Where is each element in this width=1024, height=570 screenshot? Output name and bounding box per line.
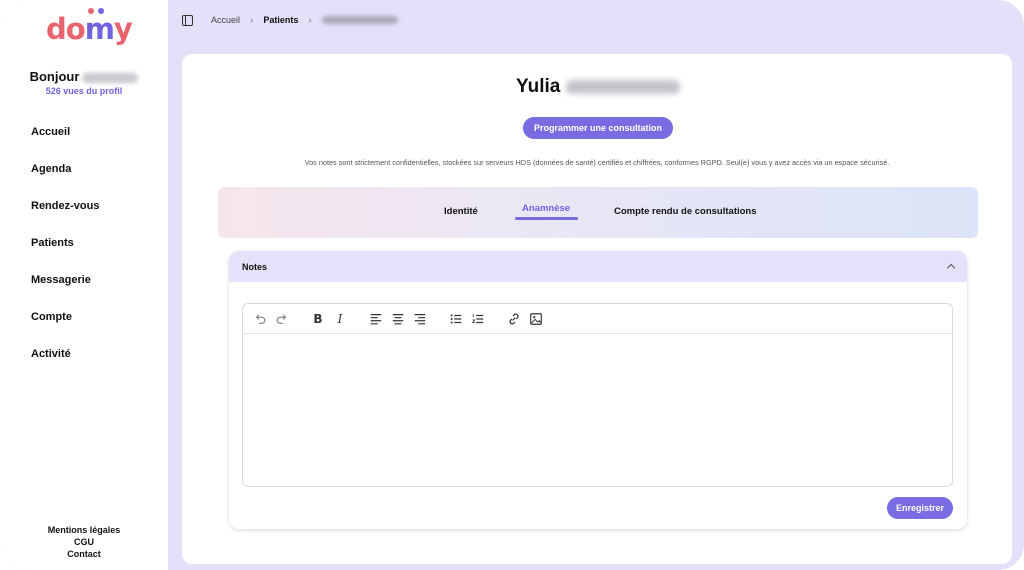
greeting: Bonjour	[0, 69, 168, 84]
tab-identite[interactable]: Identité	[444, 206, 478, 217]
sidebar-footer: Mentions légales CGU Contact	[0, 524, 168, 560]
notes-editor: B I	[242, 303, 953, 487]
profile-views: 526 vues du profil	[45, 86, 123, 96]
sidebar-toggle-icon[interactable]	[182, 14, 193, 26]
sidebar-item-activite[interactable]: Activité	[31, 347, 99, 384]
domy-logo[interactable]: do m y	[46, 8, 133, 46]
sidebar-item-patients[interactable]: Patients	[31, 236, 99, 273]
notes-text-area[interactable]	[243, 335, 952, 486]
cgu-link[interactable]: CGU	[0, 536, 168, 548]
blurred-patient-last-name	[566, 80, 681, 94]
breadcrumb: Accueil › Patients ›	[182, 12, 398, 28]
schedule-consultation-button[interactable]: Programmer une consultation	[523, 117, 673, 139]
sidebar-item-rendez-vous[interactable]: Rendez-vous	[31, 199, 99, 236]
chevron-up-icon[interactable]	[946, 263, 956, 273]
breadcrumb-blurred-patient	[321, 16, 398, 24]
image-icon[interactable]	[529, 312, 543, 326]
align-right-icon[interactable]	[413, 312, 427, 326]
numbered-list-icon[interactable]	[471, 312, 485, 326]
redo-icon[interactable]	[275, 312, 289, 326]
sidebar-item-compte[interactable]: Compte	[31, 310, 99, 347]
notes-title: Notes	[242, 261, 268, 272]
patient-card: Yulia Programmer une consultation Vos no…	[182, 54, 1012, 564]
tab-bar: Identité Anamnèse Compte rendu de consul…	[218, 187, 978, 238]
tab-compte-rendu[interactable]: Compte rendu de consultations	[614, 206, 757, 217]
sidebar-item-accueil[interactable]: Accueil	[31, 125, 99, 162]
app-frame: do m y Bonjour 526 vues du profil Accueil …	[0, 0, 1024, 570]
sidebar-item-agenda[interactable]: Agenda	[31, 162, 99, 199]
notes-header[interactable]: Notes	[229, 251, 967, 282]
confidentiality-notice: Vos notes sont strictement confidentiell…	[304, 158, 890, 167]
notes-panel: Notes B I Enregistrer	[229, 251, 967, 529]
chevron-right-icon: ›	[250, 14, 254, 26]
sidebar: do m y Bonjour 526 vues du profil Accueil …	[0, 0, 168, 570]
undo-icon[interactable]	[253, 312, 267, 326]
editor-toolbar: B I	[243, 304, 952, 334]
tab-anamnese[interactable]: Anamnèse	[522, 203, 570, 214]
bullet-list-icon[interactable]	[449, 312, 463, 326]
chevron-right-icon: ›	[308, 14, 312, 26]
align-left-icon[interactable]	[369, 312, 383, 326]
active-tab-indicator	[515, 217, 578, 220]
blurred-user-name	[82, 72, 139, 83]
greeting-text: Bonjour	[29, 69, 80, 84]
save-button[interactable]: Enregistrer	[887, 497, 953, 519]
breadcrumb-patients[interactable]: Patients	[263, 15, 298, 25]
italic-icon[interactable]: I	[333, 312, 347, 326]
sidebar-nav: Accueil Agenda Rendez-vous Patients Mess…	[31, 125, 99, 384]
bold-icon[interactable]: B	[311, 312, 325, 326]
legal-notice-link[interactable]: Mentions légales	[0, 524, 168, 536]
contact-link[interactable]: Contact	[0, 548, 168, 560]
page-title: Yulia	[516, 76, 681, 98]
breadcrumb-home[interactable]: Accueil	[211, 15, 240, 25]
align-center-icon[interactable]	[391, 312, 405, 326]
sidebar-item-messagerie[interactable]: Messagerie	[31, 273, 99, 310]
patient-first-name: Yulia	[516, 76, 561, 97]
link-icon[interactable]	[507, 312, 521, 326]
